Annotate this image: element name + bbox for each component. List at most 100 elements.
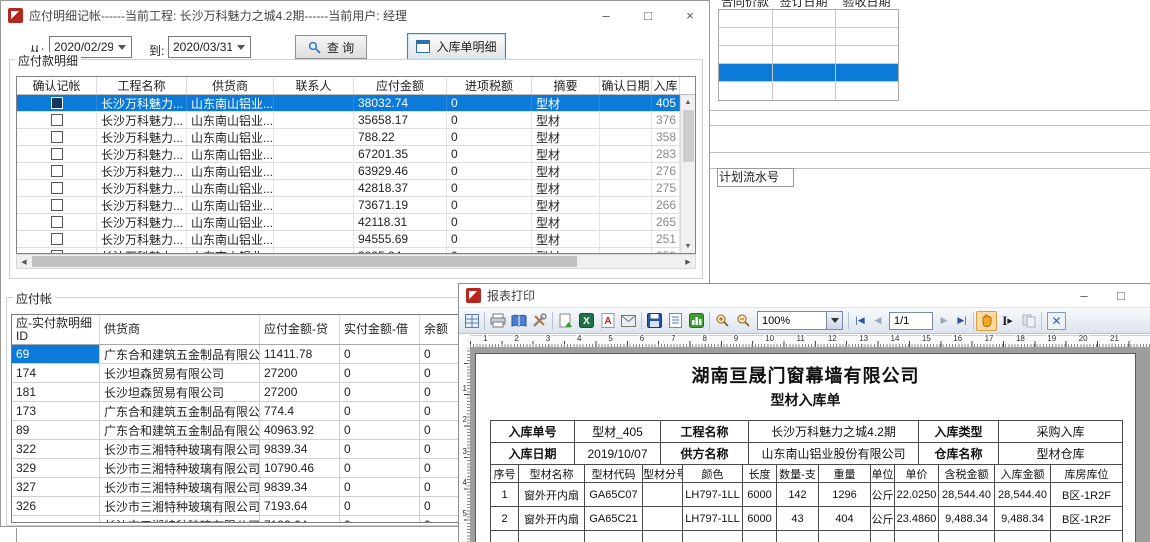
ruler-number: 17	[984, 334, 995, 343]
tools-icon[interactable]	[529, 311, 550, 331]
scrollbar-thumb[interactable]	[683, 110, 694, 162]
table-row[interactable]: 长沙万科魅力...山东南山铝业...42818.370型材275	[17, 180, 695, 197]
cell: 长沙万科魅力...	[97, 95, 187, 111]
divider	[710, 152, 1150, 153]
cell: 404	[819, 507, 871, 531]
next-page-icon[interactable]: ▶	[935, 312, 953, 330]
column-header: 型材分号	[643, 465, 683, 483]
minimize-button[interactable]: –	[1067, 284, 1101, 307]
table-row[interactable]: 长沙万科魅力...山东南山铝业...94555.690型材251	[17, 231, 695, 248]
checkbox-cell	[17, 180, 97, 196]
confirm-checkbox[interactable]	[51, 199, 63, 211]
first-page-icon[interactable]: |◀	[851, 312, 869, 330]
zoom-level-select[interactable]: 100%	[757, 311, 843, 330]
table-row[interactable]: 长沙万科魅力...山东南山铝业...42118.310型材265	[17, 214, 695, 231]
checkbox-cell	[17, 163, 97, 179]
minimize-button[interactable]: –	[589, 1, 623, 29]
table-row[interactable]: 长沙万科魅力...山东南山铝业...63929.460型材276	[17, 163, 695, 180]
maximize-button[interactable]: □	[631, 1, 665, 29]
close-button[interactable]: ×	[673, 1, 707, 29]
table-row: 1窗外开内扇GA65C07LH797-1LL60001421296公斤22.02…	[491, 483, 1123, 507]
query-button[interactable]: 查 询	[295, 35, 367, 59]
confirm-checkbox[interactable]	[51, 131, 63, 143]
table-row[interactable]: 长沙万科魅力...山东南山铝业...35658.170型材376	[17, 112, 695, 129]
horizontal-scrollbar[interactable]: ◀ ▶	[16, 254, 696, 269]
table-row[interactable]: 长沙万科魅力...山东南山铝业...67201.350型材283	[17, 146, 695, 163]
table-row[interactable]: 长沙万科魅力...山东南山铝业...788.220型材358	[17, 129, 695, 146]
cell	[895, 531, 939, 542]
cell	[12, 516, 100, 523]
cell: 长沙万科魅力...	[97, 231, 187, 247]
scroll-up-icon[interactable]: ▲	[681, 95, 695, 109]
last-page-icon[interactable]: ▶|	[953, 312, 971, 330]
cell	[274, 163, 354, 179]
table-row[interactable]: 长沙万科魅力...山东南山铝业...38032.740型材405	[17, 95, 695, 112]
cell	[600, 112, 652, 128]
chevron-down-icon[interactable]	[113, 38, 130, 56]
hand-tool-icon[interactable]	[976, 311, 997, 331]
scroll-right-icon[interactable]: ▶	[681, 255, 695, 268]
scroll-down-icon[interactable]: ▼	[681, 239, 695, 253]
to-date-select[interactable]: 2020/03/31	[168, 36, 251, 58]
pdf-icon[interactable]: A	[597, 311, 618, 331]
document-icon[interactable]	[665, 311, 686, 331]
report-company-title: 湖南亘晟门窗幕墙有限公司	[476, 362, 1135, 388]
prev-page-icon[interactable]: ◀	[869, 312, 887, 330]
close-button[interactable]: ×	[1141, 284, 1150, 307]
cell: 265	[652, 214, 680, 230]
table-row: 2窗外开内扇GA65C21LH797-1LL600043404公斤23.4860…	[491, 507, 1123, 531]
report-toolbar: X A 100% |◀ ◀ 1/1 ▶ ▶| I▶ ✕	[459, 308, 1150, 334]
confirm-checkbox[interactable]	[51, 114, 63, 126]
table-row[interactable]: 长沙万科魅力...山东南山铝业...73671.190型材266	[17, 197, 695, 214]
bg-table	[718, 9, 899, 101]
ruler-number: 18	[1015, 334, 1026, 343]
export-icon[interactable]	[555, 311, 576, 331]
inbound-detail-button[interactable]: 入库单明细	[407, 33, 506, 60]
cell: 广东合和建筑五金制品有限公司	[100, 345, 260, 363]
cell: 22.0250	[895, 483, 939, 507]
cell: 山东南山铝业...	[187, 180, 274, 196]
scrollbar-thumb[interactable]	[32, 256, 577, 267]
close-preview-icon[interactable]: ✕	[1047, 312, 1066, 330]
zoom-in-icon[interactable]	[712, 311, 733, 331]
confirm-checkbox[interactable]	[51, 97, 63, 109]
table-header-row: 序号型材名称型材代码型材分号颜色长度数量-支重量单位单价含税金额入库金额库房库位	[491, 465, 1123, 483]
save-icon[interactable]	[644, 311, 665, 331]
page-indicator-input[interactable]: 1/1	[889, 312, 933, 330]
cell: 0	[447, 180, 532, 196]
cell	[719, 64, 773, 81]
cell	[836, 10, 899, 27]
cell: 长沙市三湘特种玻璃有限公司	[100, 440, 260, 458]
confirm-checkbox[interactable]	[51, 148, 63, 160]
printer-icon[interactable]	[487, 311, 508, 331]
cell: 275	[652, 180, 680, 196]
table-row	[719, 82, 898, 100]
chart-icon[interactable]	[686, 311, 707, 331]
excel-icon[interactable]: X	[576, 311, 597, 331]
copy-icon[interactable]	[1018, 311, 1039, 331]
book-icon[interactable]	[508, 311, 529, 331]
mail-icon[interactable]	[618, 311, 639, 331]
table-header-row: 确认记帐工程名称供货商联系人应付金额进项税额摘要确认日期入库	[17, 77, 695, 95]
chevron-down-icon[interactable]	[232, 38, 249, 56]
confirm-checkbox[interactable]	[51, 233, 63, 245]
zoom-out-icon[interactable]	[733, 311, 754, 331]
confirm-checkbox[interactable]	[51, 216, 63, 228]
cell: 6000	[743, 483, 777, 507]
confirm-checkbox[interactable]	[51, 165, 63, 177]
scroll-left-icon[interactable]: ◀	[17, 255, 31, 268]
search-icon	[308, 41, 321, 54]
titlebar[interactable]: 应付明细记帐------当前工程: 长沙万科魅力之城4.2期------当前用户…	[1, 1, 709, 29]
cell: 广东合和建筑五金制品有限公司	[100, 402, 260, 420]
grid-icon[interactable]	[461, 311, 482, 331]
cell: 2	[491, 507, 519, 531]
report-detail-table: 序号型材名称型材代码型材分号颜色长度数量-支重量单位单价含税金额入库金额库房库位…	[490, 464, 1123, 542]
chevron-down-icon[interactable]	[826, 312, 842, 329]
titlebar[interactable]: 报表打印 – □ ×	[459, 284, 1150, 308]
maximize-button[interactable]: □	[1104, 284, 1138, 307]
text-select-icon[interactable]: I▶	[997, 311, 1018, 331]
confirm-checkbox[interactable]	[51, 182, 63, 194]
ruler-number: 5	[463, 509, 467, 518]
column-header: 应付金额	[354, 77, 447, 94]
vertical-scrollbar[interactable]: ▲ ▼	[680, 95, 695, 253]
